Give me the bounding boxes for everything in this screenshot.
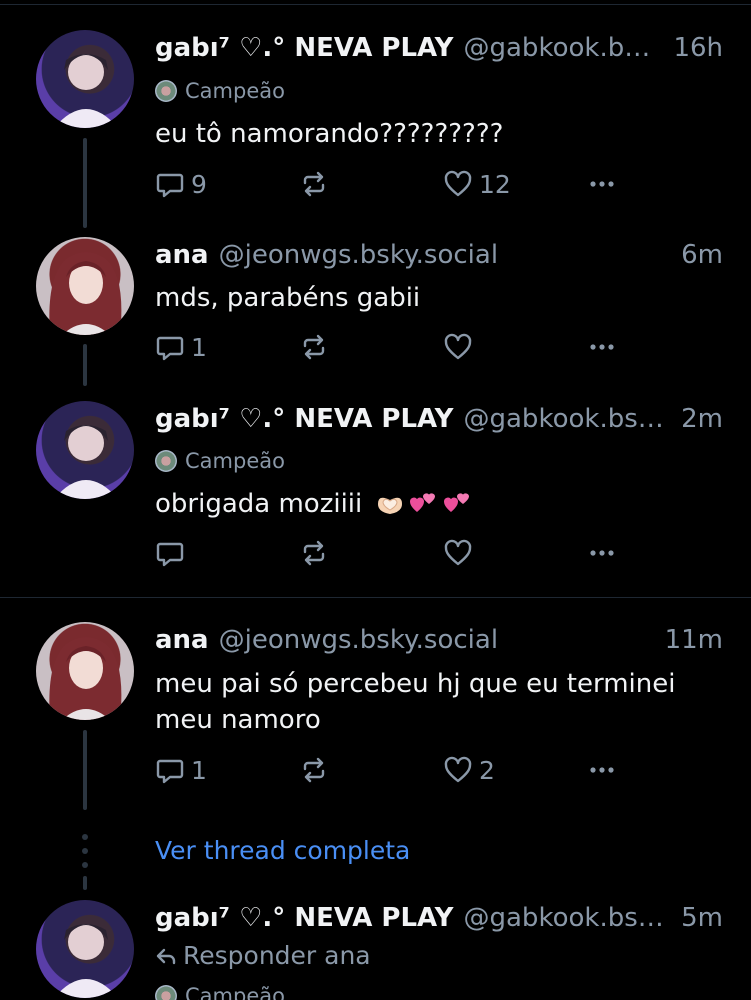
thread-line <box>83 730 87 810</box>
ellipsis-icon <box>590 550 614 556</box>
repost-button[interactable] <box>299 538 329 568</box>
reply-count: 9 <box>191 169 207 199</box>
repost-button[interactable] <box>299 755 329 785</box>
repost-button[interactable] <box>299 332 329 362</box>
post-time[interactable]: 5m <box>681 903 723 933</box>
post-text: eu tô namorando????????? <box>155 119 504 149</box>
post-text: meu pai só percebeu hj que eu terminei m… <box>155 666 711 738</box>
thread-divider <box>0 597 751 598</box>
thread-line <box>83 138 87 228</box>
reply-arrow-icon <box>156 948 176 964</box>
reply-icon <box>156 173 184 198</box>
repost-icon <box>303 171 325 197</box>
reply-icon <box>156 542 184 567</box>
display-name[interactable]: gabı⁷ ♡.° NEVA PLAY <box>155 903 454 933</box>
post-actions <box>155 538 625 568</box>
more-options-button[interactable] <box>587 538 617 568</box>
user-handle[interactable]: @gabkook.bsky... <box>464 903 672 933</box>
repost-icon <box>303 540 325 566</box>
reply-button[interactable]: 1 <box>155 755 207 785</box>
repost-icon <box>303 334 325 360</box>
reply-icon <box>156 336 184 361</box>
two-hearts-emoji <box>409 493 435 512</box>
reply-to-label: Responder ana <box>183 941 371 970</box>
post-actions: 1 <box>155 332 625 362</box>
ellipsis-icon <box>590 181 614 187</box>
reply-context[interactable]: Responder ana <box>155 941 371 970</box>
heart-hands-emoji <box>377 497 402 514</box>
user-handle[interactable]: @jeonwgs.bsky.social <box>219 625 655 655</box>
thread-gap-dots <box>82 834 88 876</box>
post-time[interactable]: 16h <box>673 33 723 63</box>
avatar-gabi[interactable] <box>36 900 134 998</box>
user-handle[interactable]: @gabkook.bsky.... <box>464 404 672 434</box>
avatar-ana[interactable] <box>36 622 134 720</box>
two-hearts-emoji <box>443 493 469 512</box>
repost-button[interactable] <box>299 169 329 199</box>
post-text-content: obrigada moziiii <box>155 489 363 519</box>
post-time[interactable]: 2m <box>681 404 723 434</box>
heart-icon <box>444 756 472 783</box>
avatar-ana[interactable] <box>36 237 134 335</box>
display-name[interactable]: gabı⁷ ♡.° NEVA PLAY <box>155 404 454 434</box>
display-name[interactable]: gabı⁷ ♡.° NEVA PLAY <box>155 33 454 63</box>
reply-count: 1 <box>191 332 207 362</box>
badge-icon <box>155 80 177 102</box>
badge: Campeão <box>155 79 285 103</box>
thread-line <box>83 344 87 386</box>
badge: Campeão <box>155 984 285 1000</box>
more-options-button[interactable] <box>587 755 617 785</box>
user-handle[interactable]: @jeonwgs.bsky.social <box>219 240 672 270</box>
reply-button[interactable]: 1 <box>155 332 207 362</box>
top-divider <box>0 4 751 5</box>
avatar-gabi[interactable] <box>36 30 134 128</box>
post-time[interactable]: 11m <box>665 625 723 655</box>
ellipsis-icon <box>590 344 614 350</box>
post-text-line: meu pai só percebeu hj que eu terminei <box>155 669 676 699</box>
post-text-line: meu namoro <box>155 705 321 735</box>
avatar-gabi[interactable] <box>36 401 134 499</box>
display-name[interactable]: ana <box>155 240 209 270</box>
badge-label: Campeão <box>185 984 285 1000</box>
like-count: 2 <box>479 755 495 785</box>
more-options-button[interactable] <box>587 332 617 362</box>
ellipsis-icon <box>590 767 614 773</box>
user-handle[interactable]: @gabkook.bsky... <box>464 33 664 63</box>
badge-icon <box>155 450 177 472</box>
badge-icon <box>155 985 177 1000</box>
badge-label: Campeão <box>185 79 285 103</box>
like-button[interactable] <box>443 332 479 362</box>
post-text: mds, parabéns gabii <box>155 283 421 313</box>
like-count: 12 <box>479 169 511 199</box>
post-text: obrigada moziiii <box>155 486 711 522</box>
post-time[interactable]: 6m <box>681 240 723 270</box>
badge-label: Campeão <box>185 449 285 473</box>
post-actions: 9 12 <box>155 169 625 199</box>
post-actions: 1 2 <box>155 755 625 785</box>
repost-icon <box>303 757 325 783</box>
like-button[interactable]: 2 <box>443 755 495 785</box>
reply-button[interactable]: 9 <box>155 169 207 199</box>
thread-line <box>83 876 87 890</box>
badge: Campeão <box>155 449 285 473</box>
like-button[interactable]: 12 <box>443 169 511 199</box>
reply-button[interactable] <box>155 538 191 568</box>
view-full-thread-link[interactable]: Ver thread completa <box>155 836 410 865</box>
like-button[interactable] <box>443 538 479 568</box>
display-name[interactable]: ana <box>155 625 209 655</box>
reply-count: 1 <box>191 755 207 785</box>
heart-icon <box>444 170 472 197</box>
heart-icon <box>444 333 472 360</box>
heart-icon <box>444 539 472 566</box>
reply-icon <box>156 759 184 784</box>
more-options-button[interactable] <box>587 169 617 199</box>
